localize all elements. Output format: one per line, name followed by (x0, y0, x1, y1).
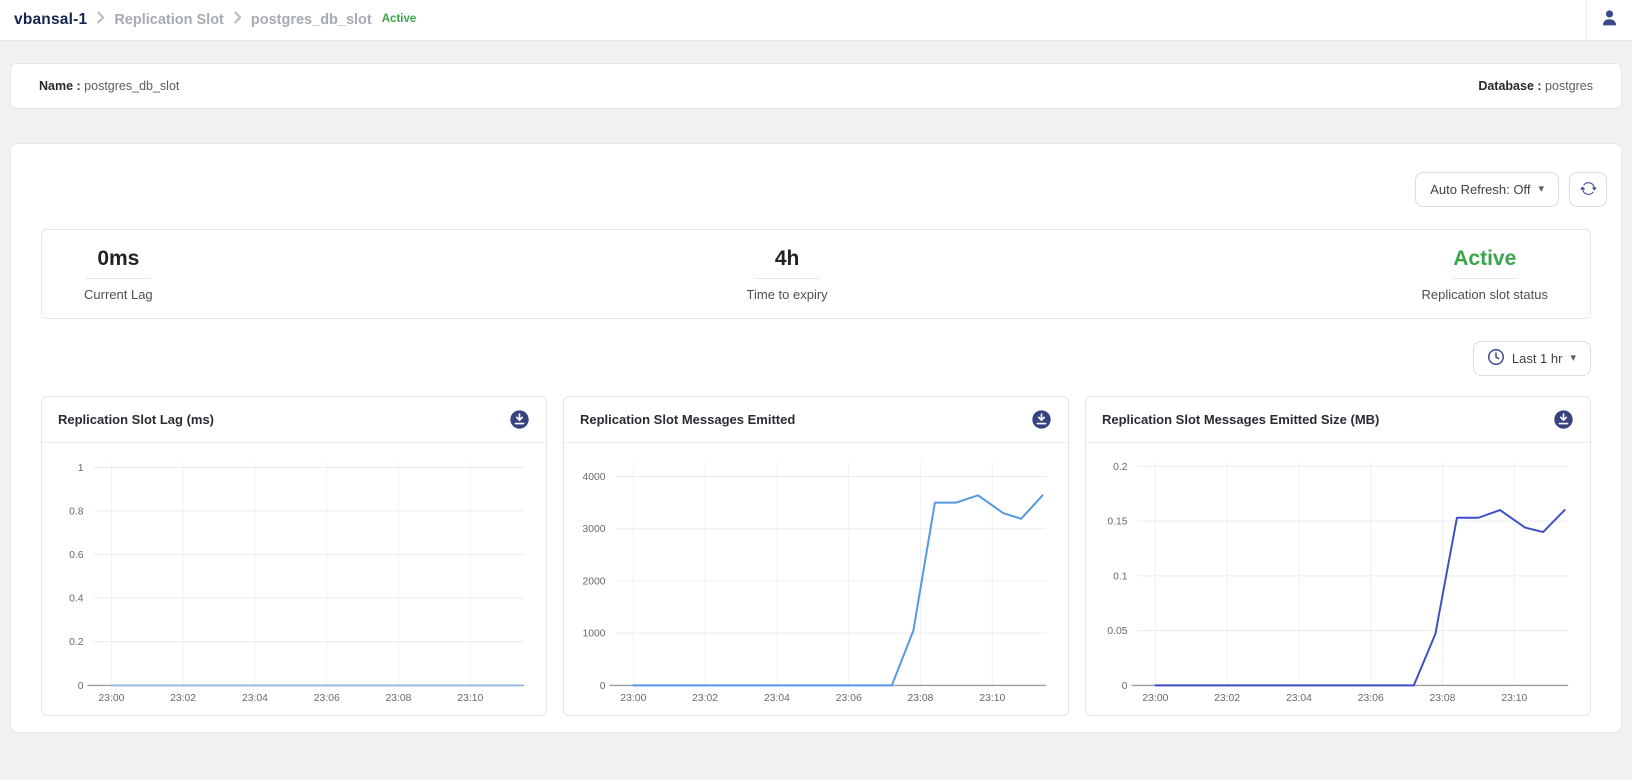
svg-text:23:02: 23:02 (170, 693, 196, 704)
chevron-right-icon (96, 11, 105, 29)
download-circle-icon (1031, 409, 1052, 430)
chart-title: Replication Slot Messages Emitted (580, 412, 795, 427)
svg-text:0: 0 (1122, 681, 1128, 692)
chart-title: Replication Slot Lag (ms) (58, 412, 214, 427)
svg-text:1: 1 (78, 463, 84, 474)
chart-header: Replication Slot Lag (ms) (42, 397, 546, 443)
breadcrumb-section-link[interactable]: Replication Slot (114, 12, 224, 28)
download-circle-icon (509, 409, 530, 430)
svg-text:23:10: 23:10 (1501, 693, 1527, 704)
charts-row: Replication Slot Lag (ms) 0 0.2 0.4 0.6 0.8 1… (41, 396, 1591, 716)
svg-text:0.15: 0.15 (1107, 517, 1127, 528)
chart-header: Replication Slot Messages Emitted (564, 397, 1068, 443)
stat-divider (85, 278, 151, 279)
download-chart-button[interactable] (509, 409, 530, 430)
summary-stats-card: 0ms Current Lag 4h Time to expiry Active… (41, 229, 1591, 319)
svg-text:1000: 1000 (582, 629, 605, 640)
slot-name-label: Name : (39, 79, 81, 93)
auto-refresh-dropdown[interactable]: Auto Refresh: Off ▾ (1415, 172, 1559, 207)
stat-label: Time to expiry (747, 287, 828, 302)
svg-text:23:08: 23:08 (386, 693, 412, 704)
svg-text:23:06: 23:06 (836, 693, 862, 704)
svg-text:23:00: 23:00 (620, 693, 646, 704)
stat-label: Current Lag (84, 287, 153, 302)
svg-text:4000: 4000 (582, 472, 605, 483)
time-range-label: Last 1 hr (1512, 351, 1563, 366)
refresh-toolbar: Auto Refresh: Off ▾ (11, 172, 1621, 207)
svg-text:23:08: 23:08 (908, 693, 934, 704)
svg-text:0.6: 0.6 (69, 550, 84, 561)
time-range-bar: Last 1 hr ▾ (41, 341, 1591, 376)
stat-value: 0ms (97, 247, 139, 271)
chart-card-replication-slot-lag: Replication Slot Lag (ms) 0 0.2 0.4 0.6 0.8 1… (41, 396, 547, 716)
clock-icon (1488, 349, 1504, 368)
svg-text:3000: 3000 (582, 524, 605, 535)
download-circle-icon (1553, 409, 1574, 430)
svg-text:0.05: 0.05 (1107, 626, 1127, 637)
download-chart-button[interactable] (1553, 409, 1574, 430)
chart-canvas-messages-emitted[interactable]: 0 1000 2000 3000 4000 23:00 23:02 23:04 23:06 23:… (564, 443, 1068, 715)
svg-text:23:10: 23:10 (979, 693, 1005, 704)
slot-name-value: postgres_db_slot (84, 79, 179, 93)
chart-canvas-lag[interactable]: 0 0.2 0.4 0.6 0.8 1 23:00 23:02 23:04 23:06 23:08 2… (42, 443, 546, 715)
chevron-down-icon: ▾ (1538, 184, 1544, 195)
download-chart-button[interactable] (1031, 409, 1052, 430)
user-icon (1600, 8, 1619, 32)
svg-text:23:02: 23:02 (692, 693, 718, 704)
stat-time-to-expiry: 4h Time to expiry (747, 247, 828, 302)
chart-title: Replication Slot Messages Emitted Size (… (1102, 412, 1379, 427)
slot-info-bar: Name : postgres_db_slot Database : postg… (10, 63, 1622, 109)
slot-database: Database : postgres (1478, 79, 1593, 93)
svg-text:0.8: 0.8 (69, 506, 84, 517)
refresh-icon (1580, 180, 1597, 200)
svg-text:2000: 2000 (582, 576, 605, 587)
stat-label: Replication slot status (1422, 287, 1548, 302)
stat-value: 4h (775, 247, 800, 271)
svg-text:23:08: 23:08 (1430, 693, 1456, 704)
top-header: vbansal-1 Replication Slot postgres_db_s… (0, 0, 1632, 41)
svg-text:0: 0 (600, 681, 606, 692)
user-menu-button[interactable] (1586, 0, 1632, 40)
svg-text:23:02: 23:02 (1214, 693, 1240, 704)
svg-text:23:10: 23:10 (457, 693, 483, 704)
chevron-right-icon (233, 11, 242, 29)
chart-card-messages-emitted-size: Replication Slot Messages Emitted Size (… (1085, 396, 1591, 716)
stat-current-lag: 0ms Current Lag (84, 247, 153, 302)
svg-text:23:04: 23:04 (1286, 693, 1312, 704)
auto-refresh-label: Auto Refresh: Off (1430, 182, 1530, 197)
status-badge: Active (382, 13, 417, 25)
metrics-panel: Auto Refresh: Off ▾ 0ms Current Lag 4h T… (10, 143, 1622, 733)
refresh-button[interactable] (1569, 172, 1607, 207)
svg-text:23:06: 23:06 (314, 693, 340, 704)
svg-text:0: 0 (78, 681, 84, 692)
svg-text:23:00: 23:00 (98, 693, 124, 704)
stat-divider (754, 278, 820, 279)
chevron-down-icon: ▾ (1570, 353, 1576, 364)
chart-header: Replication Slot Messages Emitted Size (… (1086, 397, 1590, 443)
svg-text:0.2: 0.2 (69, 637, 84, 648)
chart-card-messages-emitted: Replication Slot Messages Emitted 0 1000 2… (563, 396, 1069, 716)
stat-value: Active (1453, 247, 1516, 271)
svg-text:0.4: 0.4 (69, 594, 84, 605)
slot-name: Name : postgres_db_slot (39, 79, 179, 93)
svg-text:23:04: 23:04 (764, 693, 790, 704)
slot-database-value: postgres (1545, 79, 1593, 93)
breadcrumb-current-item: postgres_db_slot (251, 12, 372, 28)
svg-text:23:00: 23:00 (1142, 693, 1168, 704)
breadcrumb-cluster-link[interactable]: vbansal-1 (14, 11, 87, 29)
breadcrumb: vbansal-1 Replication Slot postgres_db_s… (0, 11, 416, 29)
svg-text:23:06: 23:06 (1358, 693, 1384, 704)
svg-text:23:04: 23:04 (242, 693, 268, 704)
svg-text:0.2: 0.2 (1113, 462, 1128, 473)
slot-database-label: Database : (1478, 79, 1541, 93)
stat-divider (1452, 278, 1518, 279)
stat-slot-status: Active Replication slot status (1422, 247, 1548, 302)
chart-canvas-messages-emitted-size[interactable]: 0 0.05 0.1 0.15 0.2 23:00 23:02 23:04 23:06 23:08… (1086, 443, 1590, 715)
svg-text:0.1: 0.1 (1113, 571, 1128, 582)
time-range-dropdown[interactable]: Last 1 hr ▾ (1473, 341, 1591, 376)
